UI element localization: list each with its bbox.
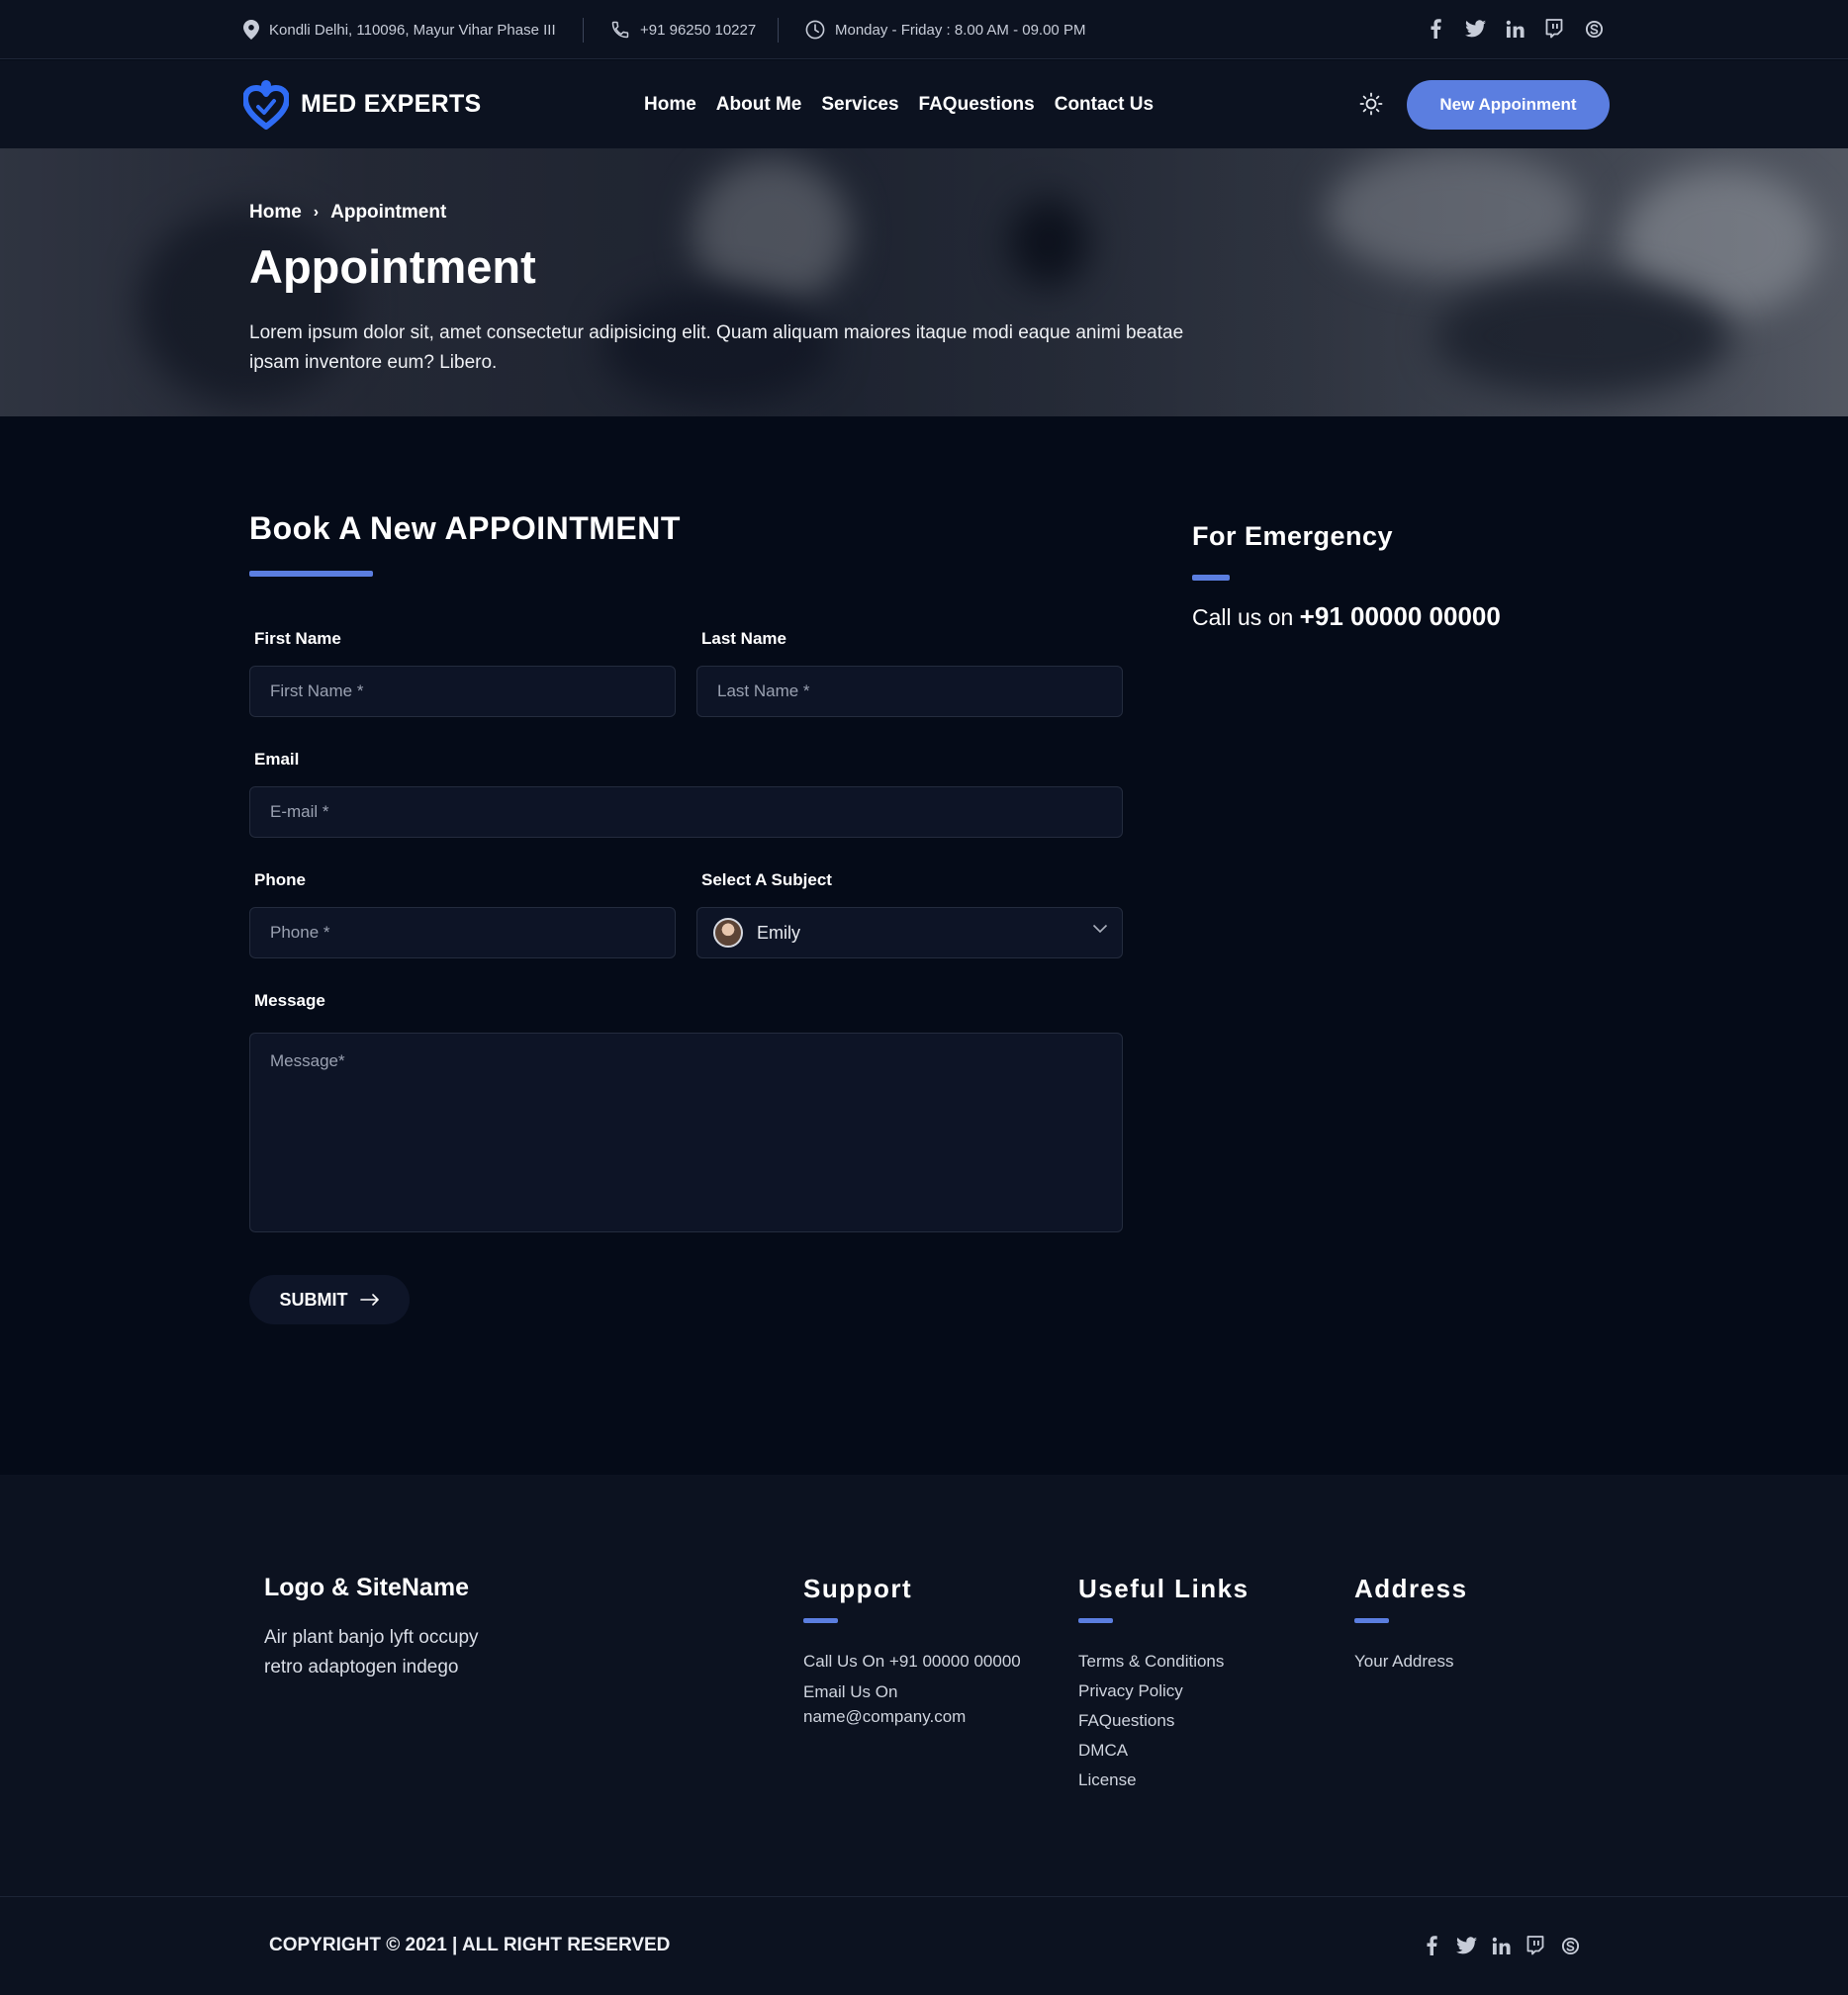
footer-social-links xyxy=(1421,1935,1581,1956)
hours-info: Monday - Friday : 8.00 AM - 09.00 PM xyxy=(805,0,1085,59)
arrow-right-icon xyxy=(359,1294,379,1306)
heading-underline xyxy=(1192,575,1230,581)
footer-link-privacy[interactable]: Privacy Policy xyxy=(1078,1677,1224,1706)
footer-link-license[interactable]: License xyxy=(1078,1766,1224,1795)
footer-address-text: Your Address xyxy=(1354,1652,1454,1671)
brand-name: MED EXPERTS xyxy=(301,89,482,118)
nav-contact-us[interactable]: Contact Us xyxy=(1055,94,1154,116)
footer-address-list: Your Address xyxy=(1354,1647,1454,1677)
copyright-text: COPYRIGHT © 2021 | ALL RIGHT RESERVED xyxy=(269,1935,671,1955)
phone-input[interactable] xyxy=(249,907,676,958)
phone-label: Phone xyxy=(254,870,306,889)
twitter-icon[interactable] xyxy=(1464,18,1486,40)
emergency-heading: For Emergency xyxy=(1192,521,1394,551)
twitch-icon[interactable] xyxy=(1543,18,1565,40)
linkedin-icon[interactable] xyxy=(1504,18,1525,40)
nav-services[interactable]: Services xyxy=(821,94,898,116)
heading-underline xyxy=(1078,1618,1113,1623)
footer-address-title: Address xyxy=(1354,1574,1468,1603)
submit-label: SUBMIT xyxy=(279,1289,348,1310)
main-navbar: MED EXPERTS Home About Me Services FAQue… xyxy=(0,60,1848,148)
email-input[interactable] xyxy=(249,786,1123,838)
twitter-icon[interactable] xyxy=(1455,1935,1477,1956)
top-social-links xyxy=(1425,18,1605,40)
phone-info: +91 96250 10227 xyxy=(610,0,756,59)
emergency-call-text: Call us on +91 00000 00000 xyxy=(1192,601,1501,632)
linkedin-icon[interactable] xyxy=(1490,1935,1512,1956)
theme-toggle-sun-icon[interactable] xyxy=(1358,91,1384,117)
site-footer: Logo & SiteName Air plant banjo lyft occ… xyxy=(0,1475,1848,1896)
facebook-icon[interactable] xyxy=(1425,18,1446,40)
breadcrumb-current: Appointment xyxy=(330,202,447,223)
heading-underline xyxy=(249,571,373,577)
form-heading: Book A New APPOINTMENT xyxy=(249,510,681,546)
phone-text: +91 96250 10227 xyxy=(640,21,757,39)
footer-link-dmca[interactable]: DMCA xyxy=(1078,1736,1224,1766)
skype-icon[interactable] xyxy=(1559,1935,1581,1956)
hero-description: Lorem ipsum dolor sit, amet consectetur … xyxy=(249,322,1184,373)
heart-logo-icon xyxy=(243,80,289,130)
subject-label: Select A Subject xyxy=(701,870,832,889)
divider xyxy=(583,18,584,43)
footer-links-title: Useful Links xyxy=(1078,1574,1249,1603)
page-title: Appointment xyxy=(249,240,536,293)
breadcrumb: Home › Appointment xyxy=(249,202,446,224)
divider xyxy=(778,18,779,43)
address-text: Kondli Delhi, 110096, Mayur Vihar Phase … xyxy=(269,21,556,39)
hours-text: Monday - Friday : 8.00 AM - 09.00 PM xyxy=(835,21,1086,39)
facebook-icon[interactable] xyxy=(1421,1935,1442,1956)
emergency-call-prefix: Call us on xyxy=(1192,604,1294,630)
clock-icon xyxy=(805,20,825,40)
new-appointment-button[interactable]: New Appoinment xyxy=(1407,80,1610,130)
nav-about-me[interactable]: About Me xyxy=(716,94,802,116)
footer-links-list: Terms & Conditions Privacy Policy FAQues… xyxy=(1078,1647,1224,1795)
nav-faquestions[interactable]: FAQuestions xyxy=(919,94,1035,116)
avatar xyxy=(713,918,743,948)
chevron-down-icon xyxy=(1092,924,1108,934)
last-name-label: Last Name xyxy=(701,629,786,648)
phone-icon xyxy=(611,21,629,39)
subject-select[interactable]: Emily xyxy=(696,907,1123,958)
footer-support-email[interactable]: name@company.com xyxy=(803,1704,1021,1729)
location-pin-icon xyxy=(243,20,259,40)
footer-support-title: Support xyxy=(803,1574,913,1603)
breadcrumb-home[interactable]: Home xyxy=(249,202,302,224)
footer-support-list: Call Us On +91 00000 00000 Email Us On n… xyxy=(803,1647,1021,1729)
footer-about-text: Air plant banjo lyft occupy retro adapto… xyxy=(264,1627,479,1678)
footer-support-email-label: Email Us On xyxy=(803,1682,898,1701)
first-name-label: First Name xyxy=(254,629,341,648)
email-label: Email xyxy=(254,750,300,769)
footer-bottom-bar: COPYRIGHT © 2021 | ALL RIGHT RESERVED xyxy=(0,1896,1848,1995)
address-info: Kondli Delhi, 110096, Mayur Vihar Phase … xyxy=(243,0,556,59)
message-label: Message xyxy=(254,991,325,1010)
nav-home[interactable]: Home xyxy=(644,94,696,116)
footer-about-title: Logo & SiteName xyxy=(264,1574,469,1601)
submit-button[interactable]: SUBMIT xyxy=(249,1275,410,1324)
first-name-input[interactable] xyxy=(249,666,676,717)
brand-logo-link[interactable]: MED EXPERTS xyxy=(243,77,482,131)
skype-icon[interactable] xyxy=(1583,18,1605,40)
footer-link-faq[interactable]: FAQuestions xyxy=(1078,1706,1224,1736)
twitch-icon[interactable] xyxy=(1525,1935,1546,1956)
footer-support-call[interactable]: Call Us On +91 00000 00000 xyxy=(803,1647,1021,1677)
chevron-right-icon: › xyxy=(313,204,320,221)
heading-underline xyxy=(1354,1618,1389,1623)
top-info-bar: Kondli Delhi, 110096, Mayur Vihar Phase … xyxy=(0,0,1848,59)
footer-link-terms[interactable]: Terms & Conditions xyxy=(1078,1647,1224,1677)
subject-selected-value: Emily xyxy=(757,922,800,943)
page-hero-banner: Home › Appointment Appointment Lorem ips… xyxy=(0,148,1848,416)
primary-menu: Home About Me Services FAQuestions Conta… xyxy=(644,60,1173,148)
heading-underline xyxy=(803,1618,838,1623)
emergency-phone-number[interactable]: +91 00000 00000 xyxy=(1300,601,1501,631)
message-textarea[interactable] xyxy=(249,1033,1123,1232)
last-name-input[interactable] xyxy=(696,666,1123,717)
